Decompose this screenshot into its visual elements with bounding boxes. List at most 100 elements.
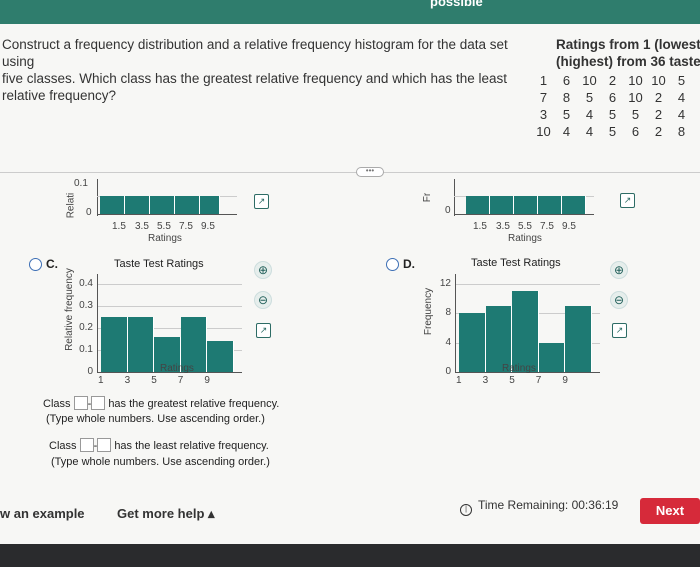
- next-button[interactable]: Next: [640, 498, 700, 524]
- x-tick: 3: [482, 375, 489, 386]
- answer-least: Class - has the least relative frequency…: [49, 438, 269, 454]
- ratings-cell: 5: [631, 107, 640, 122]
- popout-icon[interactable]: ↗: [254, 194, 269, 209]
- zoom-out-icon[interactable]: ⊖: [254, 291, 272, 309]
- y-axis-label: Fr: [422, 192, 434, 203]
- chart-title: Taste Test Ratings: [471, 257, 561, 269]
- x-axis-label: Ratings: [148, 233, 182, 244]
- y-tick: 12: [439, 278, 451, 289]
- histogram-bar: [100, 196, 125, 214]
- y-axis-label: Relative frequency: [63, 268, 75, 351]
- answer-suffix: has the least relative frequency.: [114, 440, 269, 452]
- question-line: five classes. Which class has the greate…: [2, 71, 508, 86]
- x-tick: 9: [562, 375, 568, 386]
- y-tick: 0: [87, 366, 93, 377]
- histogram-bar: [466, 196, 490, 214]
- y-tick: 4: [445, 336, 451, 348]
- y-axis: [455, 274, 456, 372]
- time-remaining-label: Time Remaining: 00:36:19: [478, 498, 619, 512]
- y-tick: 0: [445, 205, 451, 216]
- ratings-cell: 10: [536, 124, 551, 139]
- question-line: relative frequency?: [2, 88, 117, 103]
- view-example-link[interactable]: w an example: [0, 506, 85, 521]
- ratings-cell: 6: [608, 90, 617, 105]
- x-tick: 9: [204, 375, 210, 386]
- zoom-in-icon[interactable]: ⊕: [610, 261, 628, 279]
- ratings-row: 1 6 10 2 10 10 5: [532, 73, 693, 90]
- ratings-cell: 4: [677, 107, 686, 122]
- option-c-radio[interactable]: [29, 258, 42, 271]
- zoom-out-icon[interactable]: ⊖: [610, 291, 628, 309]
- x-tick: 9.5: [201, 221, 215, 232]
- ratings-cell: 3: [539, 107, 548, 122]
- histogram-bar: [127, 317, 155, 372]
- gridline: [97, 284, 242, 285]
- x-tick: 3.5: [135, 221, 149, 232]
- ratings-cell: 5: [608, 124, 617, 139]
- question-line: Construct a frequency distribution and a…: [2, 37, 508, 69]
- x-axis: [454, 214, 594, 215]
- ratings-title-line: Ratings from 1 (lowest): [556, 37, 700, 52]
- popout-icon[interactable]: ↗: [620, 193, 635, 208]
- ratings-cell: 5: [677, 73, 686, 88]
- least-class-upper-input[interactable]: [97, 438, 112, 452]
- zoom-in-icon[interactable]: ⊕: [254, 261, 272, 279]
- divider: [0, 172, 700, 173]
- histogram-bar: [200, 196, 220, 214]
- x-tick: 9.5: [562, 221, 576, 232]
- expand-handle[interactable]: •••: [356, 167, 384, 177]
- histogram-bar: [101, 317, 128, 372]
- x-tick: 5.5: [157, 221, 171, 232]
- x-tick: 3.5: [496, 221, 510, 232]
- y-axis: [454, 179, 455, 216]
- get-more-help-button[interactable]: Get more help ▴: [117, 506, 215, 522]
- answer-prefix: Class: [49, 440, 77, 452]
- x-tick: 7.5: [540, 221, 554, 232]
- x-tick: 5.5: [518, 221, 532, 232]
- ratings-cell: 10: [628, 90, 643, 105]
- bottom-bar: [0, 544, 700, 567]
- gridline: [455, 284, 600, 285]
- question-text: Construct a frequency distribution and a…: [2, 36, 522, 104]
- answer-greatest: Class - has the greatest relative freque…: [43, 396, 279, 412]
- y-axis-label: Relati: [65, 192, 77, 219]
- histogram-bar: [459, 313, 486, 372]
- greatest-class-upper-input[interactable]: [91, 396, 106, 410]
- popout-icon[interactable]: ↗: [612, 323, 627, 338]
- ratings-row: 3545524: [532, 107, 693, 124]
- ratings-row: 10 4 4 5 6 2 8: [532, 124, 693, 141]
- histogram-bar: [512, 291, 539, 372]
- y-tick: 0.1: [74, 178, 88, 189]
- ratings-cell: 4: [585, 124, 594, 139]
- answer-hint: (Type whole numbers. Use ascending order…: [46, 413, 265, 425]
- x-tick: 7: [535, 375, 542, 386]
- ratings-cell: 6: [562, 73, 571, 88]
- ratings-cell: 10: [628, 73, 643, 88]
- popout-icon[interactable]: ↗: [256, 323, 271, 338]
- answer-suffix: has the greatest relative frequency.: [108, 398, 280, 410]
- ratings-cell: 2: [608, 73, 617, 88]
- ratings-title: Ratings from 1 (lowest) (highest) from 3…: [556, 36, 700, 70]
- y-axis-label: Frequency: [423, 287, 435, 336]
- ratings-cell: 8: [562, 90, 571, 105]
- histogram-bar: [538, 342, 566, 372]
- answer-prefix: Class: [43, 398, 71, 410]
- ratings-cell: 6: [631, 124, 640, 139]
- option-d-label: D.: [403, 257, 415, 271]
- least-class-lower-input[interactable]: [79, 438, 94, 452]
- ratings-cell: 7: [539, 90, 548, 105]
- ratings-cell: 5: [585, 90, 594, 105]
- x-axis-label: Ratings: [160, 363, 194, 374]
- histogram-bar: [514, 196, 538, 214]
- histogram-bar: [490, 196, 514, 214]
- y-axis: [97, 274, 98, 372]
- ratings-cell: 2: [654, 90, 663, 105]
- option-d-radio[interactable]: [386, 258, 399, 271]
- greatest-class-lower-input[interactable]: [73, 396, 88, 410]
- y-tick: 0: [445, 366, 451, 377]
- x-tick: 5: [151, 375, 157, 386]
- histogram-bar: [125, 196, 150, 214]
- ratings-cell: 5: [608, 107, 617, 122]
- time-remaining: | Time Remaining: 00:36:19: [460, 498, 618, 516]
- ratings-cell: 4: [585, 107, 594, 122]
